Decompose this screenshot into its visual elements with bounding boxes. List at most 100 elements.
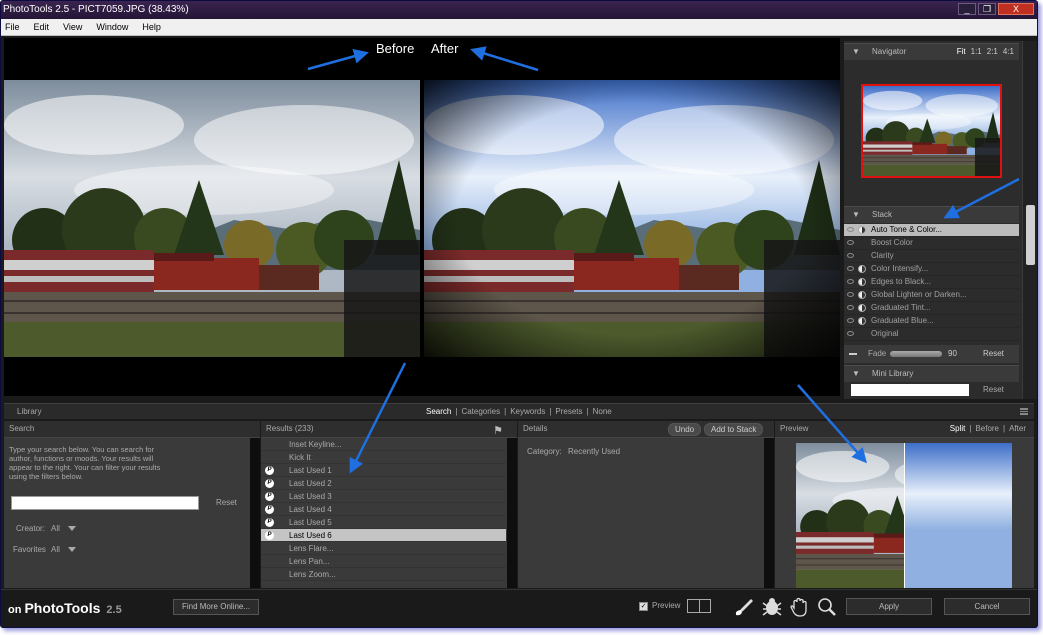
fade-reset-button[interactable]: Reset — [983, 345, 1004, 363]
list-item[interactable]: Lens Zoom... — [261, 568, 506, 581]
after-image[interactable] — [424, 80, 840, 357]
zoom-4-1[interactable]: 4:1 — [1003, 44, 1014, 60]
close-button[interactable]: X — [998, 3, 1034, 15]
find-more-online-button[interactable]: Find More Online... — [173, 599, 259, 615]
eye-icon[interactable] — [847, 266, 854, 271]
tab-presets[interactable]: Presets — [555, 404, 582, 419]
preview-mode-after[interactable]: After — [1009, 421, 1026, 437]
list-item[interactable]: P Last Used 1 — [261, 464, 506, 477]
eye-icon[interactable] — [847, 331, 854, 336]
stack-item-label: Boost Color — [871, 238, 913, 247]
navigator-header[interactable]: ▼ Navigator Fit 1:1 2:1 4:1 — [844, 43, 1019, 60]
list-item[interactable]: P Last Used 3 — [261, 490, 506, 503]
menu-bar: File Edit View Window Help — [1, 19, 1037, 36]
list-item[interactable]: Lens Flare... — [261, 542, 506, 555]
zoom-2-1[interactable]: 2:1 — [987, 44, 998, 60]
tab-categories[interactable]: Categories — [461, 404, 500, 419]
menu-file[interactable]: File — [5, 22, 20, 32]
search-pane-header: Search — [4, 421, 260, 438]
creator-dropdown[interactable]: All — [51, 524, 60, 533]
tab-keywords[interactable]: Keywords — [510, 404, 545, 419]
before-image[interactable] — [4, 80, 420, 357]
menu-view[interactable]: View — [63, 22, 82, 32]
search-reset-button[interactable]: Reset — [216, 498, 237, 507]
split-view-icon[interactable] — [687, 599, 711, 613]
undo-button[interactable]: Undo — [668, 423, 702, 436]
menu-window[interactable]: Window — [96, 22, 128, 32]
preview-image[interactable] — [796, 443, 1012, 588]
zoom-icon[interactable] — [816, 597, 838, 617]
stack-item[interactable]: Original — [844, 328, 1019, 341]
eye-icon[interactable] — [847, 292, 854, 297]
mini-library-header[interactable]: ▼ Mini Library — [844, 365, 1019, 382]
remove-icon[interactable] — [849, 353, 857, 355]
zoom-fit[interactable]: Fit — [957, 44, 966, 60]
zoom-1-1[interactable]: 1:1 — [971, 44, 982, 60]
preset-badge-icon: P — [265, 466, 274, 475]
maximize-button[interactable]: ❐ — [978, 3, 996, 15]
stack-item[interactable]: Color Intensify... — [844, 263, 1019, 276]
flag-icon[interactable]: ⚑ — [493, 423, 503, 439]
stack-item[interactable]: Edges to Black... — [844, 276, 1019, 289]
stack-item[interactable]: Graduated Blue... — [844, 315, 1019, 328]
bug-icon[interactable] — [761, 597, 783, 617]
eye-icon[interactable] — [847, 227, 854, 232]
cancel-button[interactable]: Cancel — [944, 598, 1030, 615]
apply-button[interactable]: Apply — [846, 598, 932, 615]
after-label: After — [431, 41, 459, 56]
stack-item[interactable]: Graduated Tint... — [844, 302, 1019, 315]
eye-icon[interactable] — [847, 305, 854, 310]
stack-item-label: Original — [871, 329, 899, 338]
stack-item[interactable]: Boost Color — [844, 237, 1019, 250]
chevron-down-icon[interactable] — [68, 526, 76, 531]
brush-icon[interactable] — [733, 597, 755, 617]
menu-help[interactable]: Help — [142, 22, 161, 32]
list-item[interactable]: Lens Pan... — [261, 555, 506, 568]
list-item[interactable]: Kick It — [261, 451, 506, 464]
chevron-down-icon[interactable] — [68, 547, 76, 552]
stack-item[interactable]: Global Lighten or Darken... — [844, 289, 1019, 302]
mini-library-search-input[interactable] — [851, 384, 969, 396]
compare-view[interactable]: Before After — [4, 38, 840, 396]
preview-mode-split[interactable]: Split — [950, 421, 966, 437]
stack-item[interactable]: Auto Tone & Color... — [844, 224, 1019, 237]
list-item[interactable]: P Last Used 5 — [261, 516, 506, 529]
list-item[interactable]: P Last Used 4 — [261, 503, 506, 516]
collapse-triangle-icon[interactable]: ▼ — [852, 44, 860, 60]
eye-icon[interactable] — [847, 253, 854, 258]
hamburger-menu-icon[interactable] — [1020, 408, 1028, 415]
tab-search[interactable]: Search — [426, 404, 451, 419]
favorites-label: Favorites — [13, 545, 46, 554]
menu-edit[interactable]: Edit — [34, 22, 50, 32]
preview-checkbox-label: Preview — [652, 601, 681, 610]
eye-icon[interactable] — [847, 279, 854, 284]
split-divider[interactable] — [904, 443, 905, 588]
collapse-triangle-icon[interactable]: ▼ — [852, 366, 860, 382]
hand-icon[interactable] — [789, 597, 811, 617]
scrollbar-thumb[interactable] — [1026, 205, 1035, 265]
search-input[interactable] — [11, 496, 199, 510]
eye-icon[interactable] — [847, 318, 854, 323]
minimize-button[interactable]: _ — [958, 3, 976, 15]
stack-item[interactable]: Clarity — [844, 250, 1019, 263]
eye-icon[interactable] — [847, 240, 854, 245]
list-item[interactable]: Inset Keyline... — [261, 438, 506, 451]
right-panel-scrollbar[interactable] — [1022, 41, 1037, 399]
list-item[interactable]: P Last Used 6 — [261, 529, 506, 542]
mini-library-reset-button[interactable]: Reset — [983, 385, 1004, 394]
add-to-stack-button[interactable]: Add to Stack — [704, 423, 764, 436]
tab-none[interactable]: None — [593, 404, 612, 419]
library-bar: Library Search | Categories | Keywords | Pr… — [4, 403, 1034, 419]
list-item[interactable]: P Last Used 2 — [261, 477, 506, 490]
navigator-thumbnail[interactable] — [861, 84, 1002, 178]
pane-divider — [507, 438, 517, 588]
fade-slider[interactable] — [890, 351, 942, 357]
stack-header[interactable]: ▼ Stack — [844, 206, 1019, 223]
preview-checkbox[interactable]: ✓ — [639, 602, 648, 611]
collapse-triangle-icon[interactable]: ▼ — [852, 207, 860, 223]
favorites-dropdown[interactable]: All — [51, 545, 60, 554]
list-item-label: Last Used 5 — [289, 518, 332, 527]
search-help-text: Type your search below. You can search f… — [9, 445, 161, 481]
filter-icon — [858, 304, 866, 312]
preview-mode-before[interactable]: Before — [975, 421, 999, 437]
